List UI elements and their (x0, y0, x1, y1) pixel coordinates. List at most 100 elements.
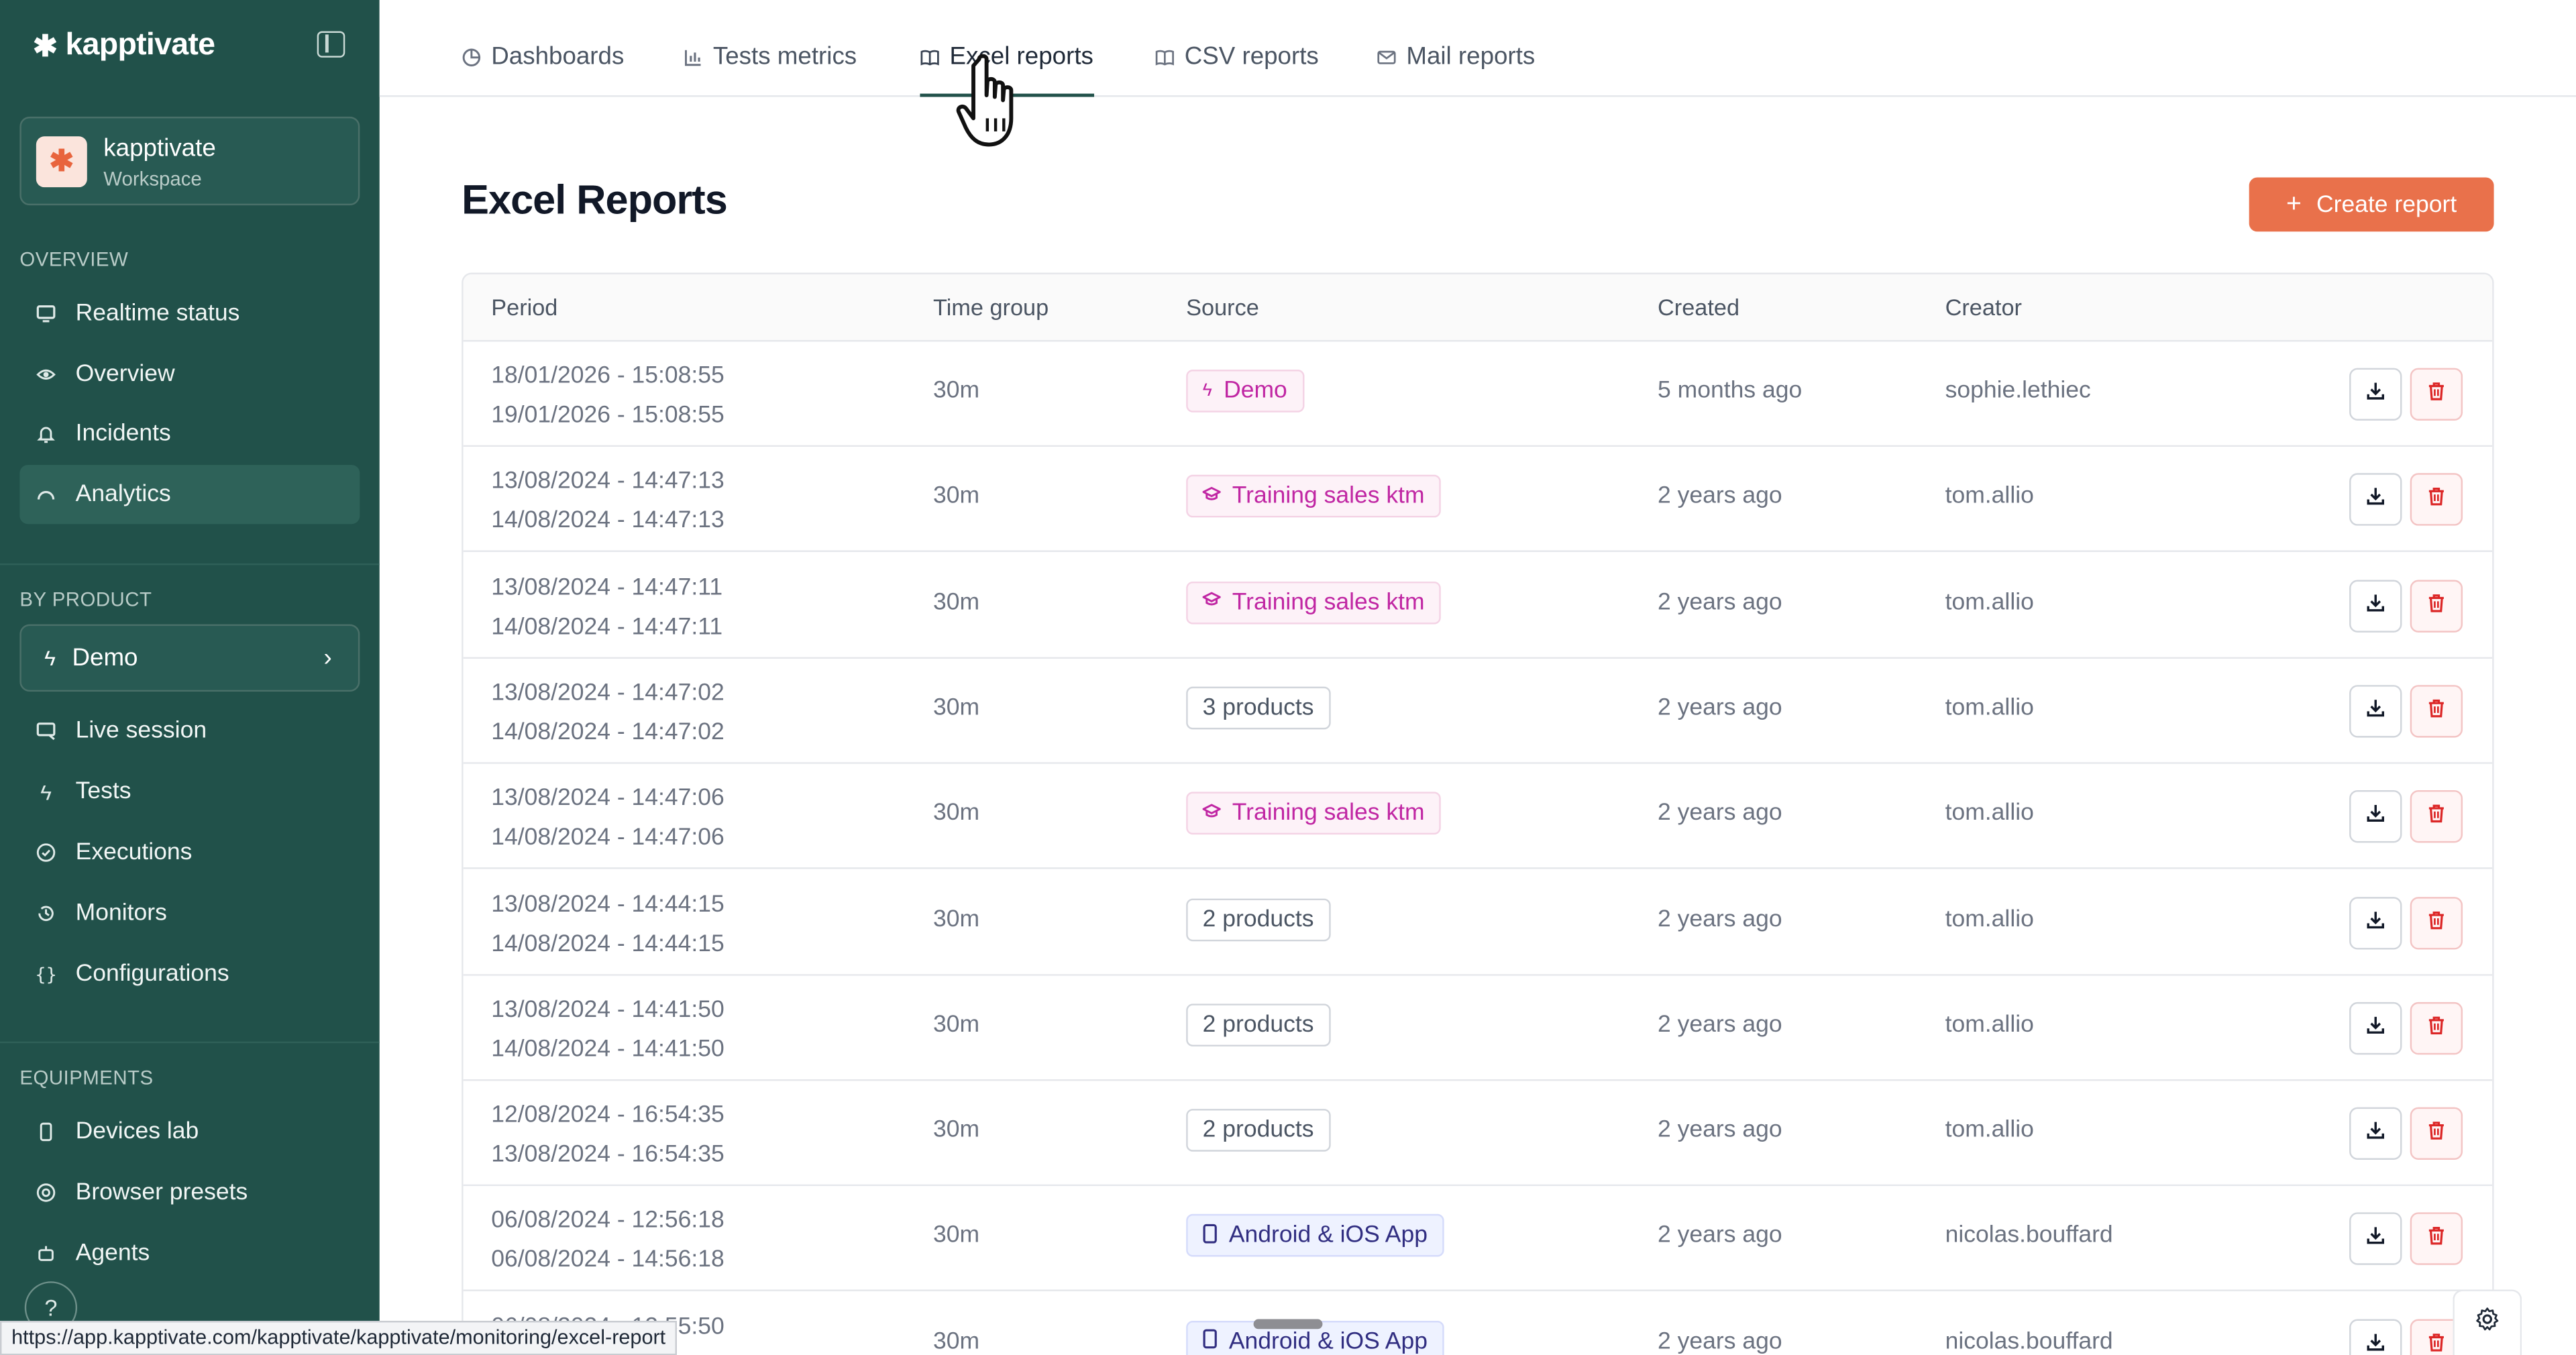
download-icon (2366, 908, 2385, 937)
source-badge[interactable]: Training sales ktm (1186, 580, 1442, 624)
delete-button[interactable] (2410, 368, 2463, 421)
delete-button[interactable] (2410, 1107, 2463, 1160)
tab-csv-reports[interactable]: CSV reports (1155, 43, 1319, 97)
trash-icon (2426, 696, 2446, 726)
column-header-period[interactable]: Period (491, 294, 557, 320)
collapse-sidebar-icon[interactable] (317, 31, 345, 58)
pie-chart-icon (462, 48, 481, 72)
sidebar-item-configurations[interactable]: {} Configurations (19, 944, 360, 1004)
source-badge[interactable]: 2 products (1186, 1109, 1331, 1152)
workspace-switcher[interactable]: ✱ kapptivate Workspace (19, 116, 360, 206)
source-badge[interactable]: 2 products (1186, 1003, 1331, 1046)
time-group-cell: 30m (933, 1223, 980, 1250)
sidebar-item-agents[interactable]: Agents (19, 1224, 360, 1283)
source-badge[interactable]: Training sales ktm (1186, 792, 1442, 835)
period-cell: 13/08/2024 - 14:47:13 14/08/2024 - 14:47:… (491, 462, 724, 541)
delete-button[interactable] (2410, 474, 2463, 527)
table-row[interactable]: 06/08/2024 - 12:55:5030mAndroid & iOS Ap… (463, 1292, 2493, 1355)
tab-dashboards[interactable]: Dashboards (462, 43, 624, 97)
create-report-button[interactable]: + Create report (2249, 177, 2494, 232)
download-button[interactable] (2349, 684, 2402, 738)
trash-icon (2426, 908, 2446, 937)
period-cell: 13/08/2024 - 14:44:15 14/08/2024 - 14:44:… (491, 885, 724, 964)
sidebar-item-label: Tests (75, 778, 131, 806)
bell-icon (36, 424, 56, 443)
sidebar-item-label: Live session (75, 718, 207, 745)
chevron-right-icon: › (323, 644, 332, 672)
workspace-name: kapptivate (103, 134, 216, 163)
plus-icon: + (2286, 189, 2302, 218)
table-row[interactable]: 06/08/2024 - 12:56:18 06/08/2024 - 14:56:… (463, 1187, 2493, 1292)
delete-button[interactable] (2410, 1001, 2463, 1054)
period-cell: 12/08/2024 - 16:54:35 13/08/2024 - 16:54:… (491, 1096, 724, 1175)
sidebar-item-executions[interactable]: Executions (19, 823, 360, 882)
sidebar-item-live-session[interactable]: Live session (19, 702, 360, 761)
source-badge[interactable]: Android & iOS App (1186, 1214, 1444, 1258)
table-row[interactable]: 13/08/2024 - 14:47:02 14/08/2024 - 14:47:… (463, 658, 2493, 764)
sidebar-item-realtime-status[interactable]: Realtime status (19, 284, 360, 343)
table-row[interactable]: 18/01/2026 - 15:08:55 19/01/2026 - 15:08:… (463, 341, 2493, 447)
download-button[interactable] (2349, 368, 2402, 421)
eye-icon (36, 365, 56, 384)
period-end: 14/08/2024 - 14:47:13 (491, 508, 724, 535)
source-badge[interactable]: 3 products (1186, 686, 1331, 730)
delete-button[interactable] (2410, 790, 2463, 843)
column-header-source[interactable]: Source (1186, 294, 1259, 320)
sidebar-item-analytics[interactable]: Analytics (19, 465, 360, 525)
table-row[interactable]: 13/08/2024 - 14:47:06 14/08/2024 - 14:47:… (463, 764, 2493, 869)
creator-cell: tom.allio (1945, 1012, 2034, 1038)
download-button[interactable] (2349, 790, 2402, 843)
download-button[interactable] (2349, 1107, 2402, 1160)
column-header-created[interactable]: Created (1658, 294, 1739, 320)
column-header-time-group[interactable]: Time group (933, 294, 1049, 320)
time-group-cell: 30m (933, 906, 980, 932)
table-row[interactable]: 13/08/2024 - 14:41:50 14/08/2024 - 14:41:… (463, 975, 2493, 1081)
download-icon (2366, 802, 2385, 832)
section-label-overview: OVERVIEW (19, 248, 129, 272)
sidebar-item-label: Agents (75, 1240, 150, 1267)
sidebar-item-devices-lab[interactable]: Devices lab (19, 1102, 360, 1161)
bolt-icon: ϟ (1202, 381, 1212, 401)
download-button[interactable] (2349, 1001, 2402, 1054)
delete-button[interactable] (2410, 684, 2463, 738)
source-badge[interactable]: Training sales ktm (1186, 475, 1442, 519)
trash-icon (2426, 1224, 2446, 1254)
download-button[interactable] (2349, 1213, 2402, 1266)
download-button[interactable] (2349, 579, 2402, 632)
period-end: 14/08/2024 - 14:41:50 (491, 1036, 724, 1063)
product-selector[interactable]: ϟ Demo › (19, 624, 360, 692)
source-badge[interactable]: ϟ Demo (1186, 370, 1304, 413)
table-row[interactable]: 13/08/2024 - 14:47:13 14/08/2024 - 14:47:… (463, 447, 2493, 553)
delete-button[interactable] (2410, 579, 2463, 632)
table-row[interactable]: 13/08/2024 - 14:47:11 14/08/2024 - 14:47:… (463, 553, 2493, 659)
table-row[interactable]: 12/08/2024 - 16:54:35 13/08/2024 - 16:54:… (463, 1081, 2493, 1187)
sidebar-item-overview[interactable]: Overview (19, 345, 360, 404)
scroll-indicator[interactable] (1253, 1319, 1323, 1330)
source-label: Android & iOS App (1228, 1328, 1428, 1355)
smartphone-icon (36, 1122, 56, 1142)
brand-logo[interactable]: ✱ kapptivate (33, 28, 215, 64)
column-header-creator[interactable]: Creator (1945, 294, 2022, 320)
download-button[interactable] (2349, 896, 2402, 949)
tab-mail-reports[interactable]: Mail reports (1377, 43, 1535, 97)
source-badge[interactable]: 2 products (1186, 898, 1331, 941)
sidebar-item-monitors[interactable]: Monitors (19, 884, 360, 943)
delete-button[interactable] (2410, 896, 2463, 949)
sidebar-item-label: Executions (75, 839, 193, 866)
period-start: 13/08/2024 - 14:41:50 (491, 997, 724, 1024)
delete-button[interactable] (2410, 1213, 2463, 1266)
sidebar-item-tests[interactable]: ϟ Tests (19, 762, 360, 821)
sidebar-item-incidents[interactable]: Incidents (19, 404, 360, 463)
creator-cell: tom.allio (1945, 483, 2034, 510)
tab-tests-metrics[interactable]: Tests metrics (684, 43, 857, 97)
time-group-cell: 30m (933, 1012, 980, 1038)
download-button[interactable] (2349, 474, 2402, 527)
table-row[interactable]: 13/08/2024 - 14:44:15 14/08/2024 - 14:44:… (463, 869, 2493, 975)
reports-table: Period Time group Source Created Creator… (462, 272, 2494, 1355)
sidebar-item-browser-presets[interactable]: Browser presets (19, 1163, 360, 1222)
sidebar-item-label: Configurations (75, 961, 229, 987)
creator-cell: nicolas.bouffard (1945, 1223, 2113, 1250)
sidebar-item-label: Incidents (75, 420, 171, 447)
download-button[interactable] (2349, 1318, 2402, 1355)
settings-button[interactable] (2453, 1289, 2522, 1355)
